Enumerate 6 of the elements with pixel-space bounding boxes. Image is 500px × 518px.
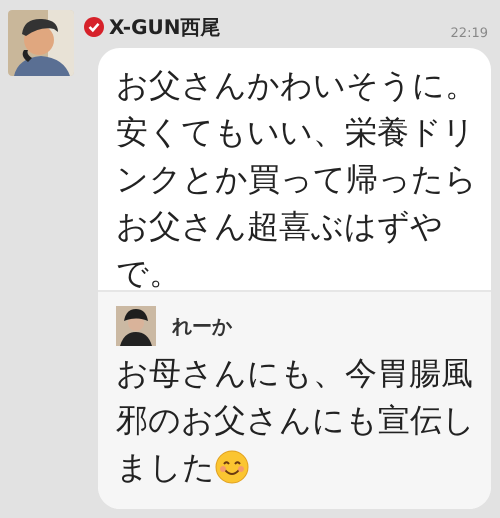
smiling-face-icon (215, 450, 249, 484)
sender-name: X-GUN西尾 (109, 14, 220, 41)
reply-text: お母さんにも、今胃腸風邪のお父さんにも宣伝しました (116, 353, 476, 488)
message-time: 22:19 (450, 25, 488, 43)
reply-sender-name: れーか (172, 313, 232, 340)
message-text: お父さんかわいそうに。安くてもいい、栄養ドリンクとか買って帰ったらお父さん超喜ぶはずやで。 (116, 65, 478, 294)
